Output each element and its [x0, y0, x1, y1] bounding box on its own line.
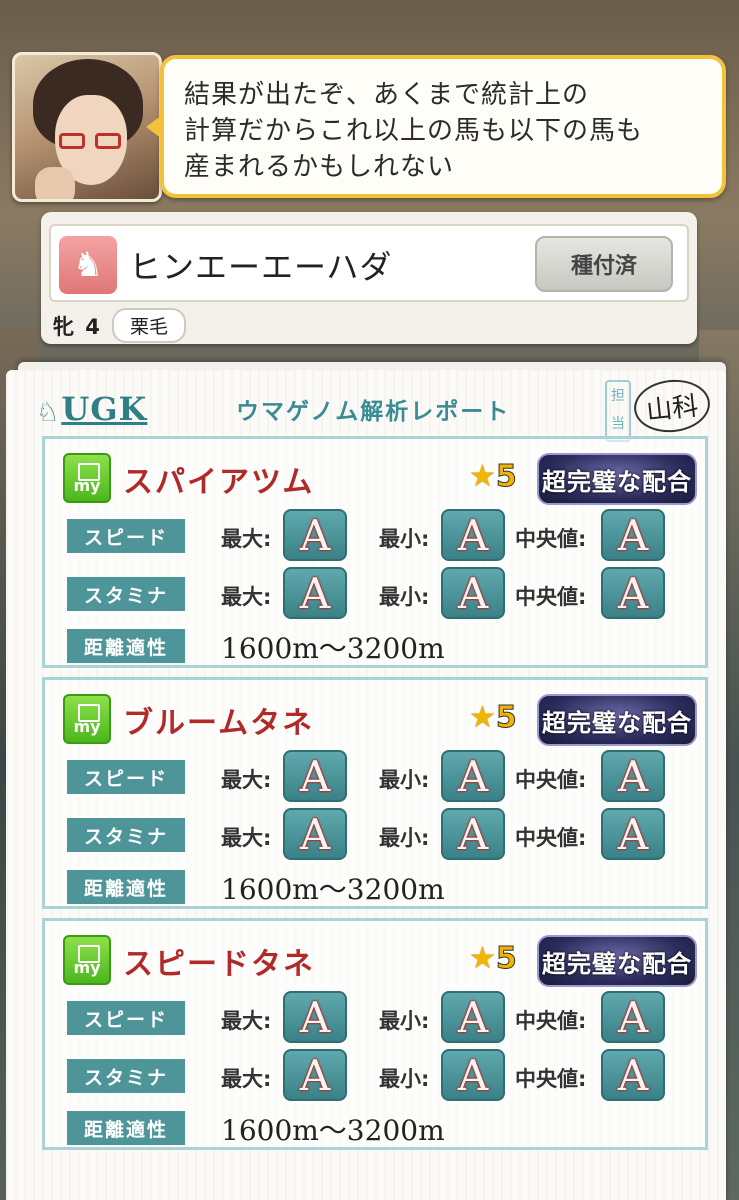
stamina-median-grade: A	[601, 1049, 665, 1101]
speed-median-grade: A	[601, 750, 665, 802]
speed-max-grade: A	[283, 509, 347, 561]
dialogue-line: 計算だからこれ以上の馬も以下の馬も	[184, 116, 644, 146]
ugk-logo: ♘ UGK	[36, 390, 147, 428]
max-label: 最大:	[221, 768, 272, 792]
star-rating: ★5	[469, 459, 517, 495]
my-file-icon: my	[63, 935, 111, 985]
dialogue-line: 結果が出たぞ、あくまで統計上の	[184, 80, 590, 110]
distance-value: 1600m〜3200m	[221, 632, 445, 665]
horse-icon: ♞	[59, 236, 117, 294]
median-label: 中央値:	[515, 1009, 587, 1033]
dialogue-line: 産まれるかもしれない	[184, 152, 455, 182]
max-label: 最大:	[221, 826, 272, 850]
median-label: 中央値:	[515, 527, 587, 551]
horse-name: ヒンエーエーハダ	[129, 248, 393, 286]
min-label: 最小:	[379, 527, 430, 551]
speed-min-grade: A	[441, 750, 505, 802]
speed-max-grade: A	[283, 750, 347, 802]
distance-value: 1600m〜3200m	[221, 1114, 445, 1147]
horse-card: ♞ ヒンエーエーハダ 種付済 牝 4 栗毛	[41, 212, 697, 344]
median-label: 中央値:	[515, 826, 587, 850]
stamp-label: 担当	[605, 380, 631, 442]
section-header: my スピードタネ ★5 超完璧な配合	[57, 931, 697, 989]
max-label: 最大:	[221, 1009, 272, 1033]
analysis-section: my ブルームタネ ★5 超完璧な配合 スピード 最大: A 最小: A 中央値…	[42, 677, 708, 909]
speed-max-grade: A	[283, 991, 347, 1043]
section-name: ブルームタネ	[123, 706, 315, 741]
star-icon: ★	[469, 941, 496, 976]
max-label: 最大:	[221, 527, 272, 551]
distance-label: 距離適性	[67, 1111, 185, 1145]
median-label: 中央値:	[515, 768, 587, 792]
section-header: my ブルームタネ ★5 超完璧な配合	[57, 690, 697, 748]
horse-meta: 牝 4 栗毛	[53, 308, 186, 343]
speed-label: スピード	[67, 519, 185, 553]
max-label: 最大:	[221, 585, 272, 609]
analysis-section: my スピードタネ ★5 超完璧な配合 スピード 最大: A 最小: A 中央値…	[42, 918, 708, 1150]
signature-stamp: 山科	[631, 376, 713, 436]
star-icon: ★	[469, 700, 496, 735]
speed-min-grade: A	[441, 509, 505, 561]
median-label: 中央値:	[515, 1067, 587, 1091]
combo-badge: 超完璧な配合	[537, 694, 697, 746]
section-name: スピードタネ	[123, 947, 315, 982]
speed-label: スピード	[67, 760, 185, 794]
stamina-median-grade: A	[601, 567, 665, 619]
min-label: 最小:	[379, 585, 430, 609]
stamina-max-grade: A	[283, 808, 347, 860]
stamina-min-grade: A	[441, 808, 505, 860]
star-rating: ★5	[469, 941, 517, 977]
stamina-label: スタミナ	[67, 1059, 185, 1093]
stamina-label: スタミナ	[67, 818, 185, 852]
distance-value: 1600m〜3200m	[221, 873, 445, 906]
report-sheet: ♘ UGK ウマゲノム解析レポート 担当 山科 my スパイアツム ★5 超完璧…	[6, 370, 726, 1200]
my-file-icon: my	[63, 694, 111, 744]
speaker-avatar	[12, 52, 162, 202]
stamina-min-grade: A	[441, 567, 505, 619]
combo-badge: 超完璧な配合	[537, 935, 697, 987]
min-label: 最小:	[379, 1067, 430, 1091]
combo-badge: 超完璧な配合	[537, 453, 697, 505]
report-title: ウマゲノム解析レポート	[236, 399, 511, 425]
dialogue-bubble[interactable]: 結果が出たぞ、あくまで統計上の 計算だからこれ以上の馬も以下の馬も 産まれるかも…	[146, 55, 726, 198]
stamina-label: スタミナ	[67, 577, 185, 611]
coat-badge: 栗毛	[111, 308, 186, 343]
stamina-median-grade: A	[601, 808, 665, 860]
analysis-section: my スパイアツム ★5 超完璧な配合 スピード 最大: A 最小: A 中央値…	[42, 436, 708, 668]
speed-label: スピード	[67, 1001, 185, 1035]
min-label: 最小:	[379, 1009, 430, 1033]
distance-label: 距離適性	[67, 629, 185, 663]
star-icon: ★	[469, 459, 496, 494]
distance-label: 距離適性	[67, 870, 185, 904]
logo-text: UGK	[61, 390, 148, 428]
speed-median-grade: A	[601, 509, 665, 561]
max-label: 最大:	[221, 1067, 272, 1091]
min-label: 最小:	[379, 826, 430, 850]
horse-sex-age: 牝 4	[53, 314, 102, 339]
star-rating: ★5	[469, 700, 517, 736]
breeding-status-button[interactable]: 種付済	[535, 236, 673, 292]
speed-min-grade: A	[441, 991, 505, 1043]
stamina-max-grade: A	[283, 1049, 347, 1101]
my-file-icon: my	[63, 453, 111, 503]
section-name: スパイアツム	[123, 465, 315, 500]
section-header: my スパイアツム ★5 超完璧な配合	[57, 449, 697, 507]
median-label: 中央値:	[515, 585, 587, 609]
speed-median-grade: A	[601, 991, 665, 1043]
min-label: 最小:	[379, 768, 430, 792]
stamina-max-grade: A	[283, 567, 347, 619]
horse-header: ♞ ヒンエーエーハダ 種付済	[49, 224, 689, 302]
stamina-min-grade: A	[441, 1049, 505, 1101]
horse-logo-icon: ♘	[36, 398, 60, 428]
